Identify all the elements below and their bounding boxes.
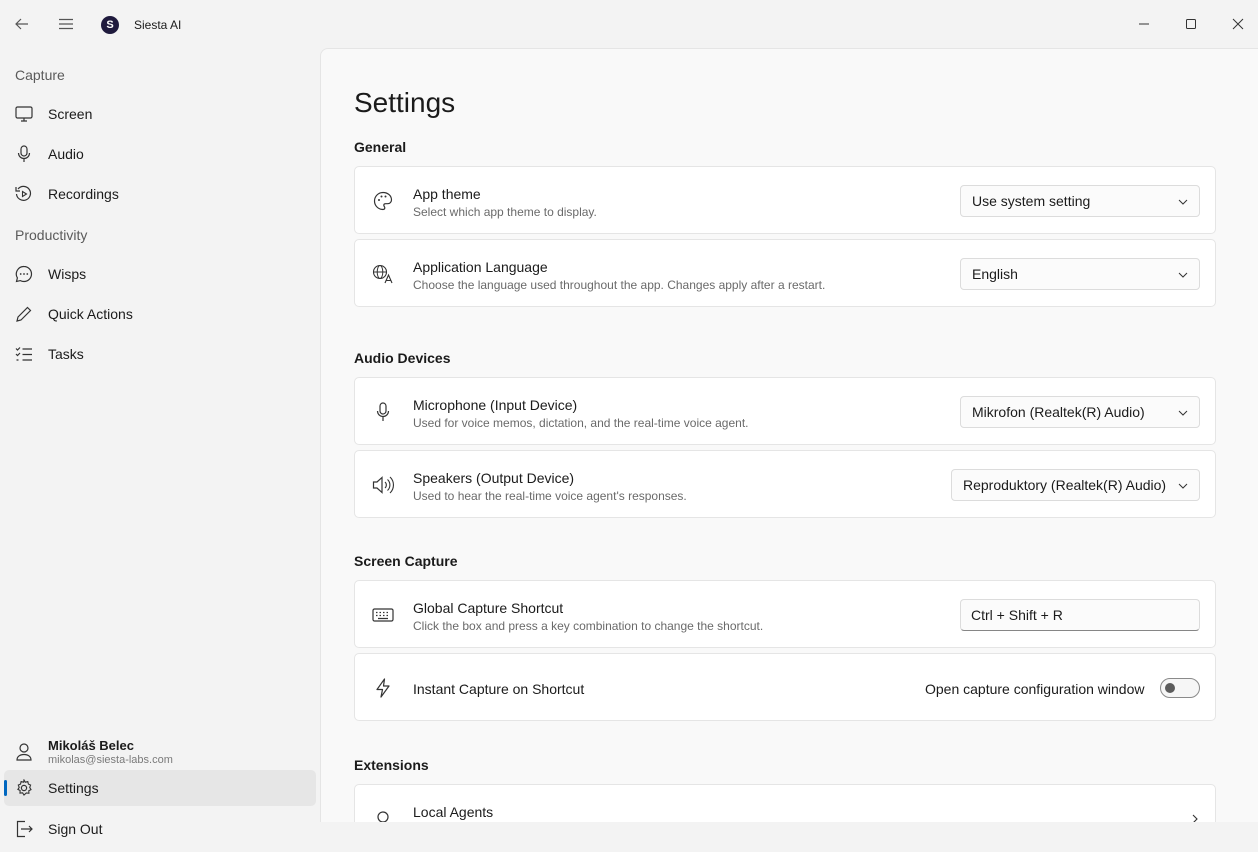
sidebar-item-settings[interactable]: Settings: [4, 770, 316, 806]
toggle-knob: [1165, 683, 1175, 693]
section-title-general: General: [354, 139, 407, 155]
setting-title: Instant Capture on Shortcut: [413, 681, 585, 697]
app-theme-dropdown[interactable]: Use system setting: [960, 185, 1200, 217]
setting-title: Microphone (Input Device): [413, 397, 578, 413]
sidebar-item-audio[interactable]: Audio: [4, 136, 316, 172]
close-icon: [1232, 18, 1244, 30]
section-title-audio: Audio Devices: [354, 350, 451, 366]
dropdown-value: Mikrofon (Realtek(R) Audio): [972, 404, 1145, 420]
language-dropdown[interactable]: English: [960, 258, 1200, 290]
setting-app-theme: App theme Select which app theme to disp…: [354, 166, 1216, 234]
chevron-down-icon: [1177, 407, 1189, 419]
sidebar-item-label: Quick Actions: [48, 306, 133, 322]
speakers-dropdown[interactable]: Reproduktory (Realtek(R) Audio): [951, 469, 1200, 501]
user-info: Mikoláš Belec mikolas@siesta-labs.com: [44, 738, 173, 766]
sidebar-item-label: Settings: [48, 780, 99, 796]
chevron-down-icon: [1177, 480, 1189, 492]
menu-button[interactable]: [46, 0, 86, 48]
page-title: Settings: [354, 87, 456, 118]
sidebar-item-label: Wisps: [48, 266, 87, 282]
title-bar: S Siesta AI: [0, 0, 1258, 48]
language-icon: [370, 264, 396, 284]
back-button[interactable]: [2, 0, 42, 48]
sidebar-item-label: Sign Out: [48, 821, 103, 837]
microphone-icon: [370, 402, 396, 422]
lightning-icon: [370, 678, 396, 698]
setting-instant-capture: Instant Capture on Shortcut Open capture…: [354, 653, 1216, 721]
agent-icon: [370, 809, 396, 822]
setting-local-agents[interactable]: Local Agents: [354, 784, 1216, 822]
close-button[interactable]: [1215, 0, 1258, 48]
sidebar-item-recordings[interactable]: Recordings: [4, 176, 316, 212]
setting-speakers: Speakers (Output Device) Used to hear th…: [354, 450, 1216, 518]
maximize-icon: [1186, 19, 1196, 29]
setting-description: Select which app theme to display.: [413, 205, 597, 219]
sidebar-item-quick-actions[interactable]: Quick Actions: [4, 296, 316, 332]
setting-title: Application Language: [413, 259, 548, 275]
setting-application-language: Application Language Choose the language…: [354, 239, 1216, 307]
setting-description: Used for voice memos, dictation, and the…: [413, 416, 749, 430]
maximize-button[interactable]: [1168, 0, 1214, 48]
sidebar-item-label: Screen: [48, 106, 93, 122]
setting-title: App theme: [413, 186, 481, 202]
chevron-right-icon: [1192, 814, 1198, 822]
instant-capture-toggle[interactable]: [1160, 678, 1200, 698]
keyboard-icon: [370, 605, 396, 625]
sign-out-icon: [4, 811, 44, 847]
setting-microphone: Microphone (Input Device) Used for voice…: [354, 377, 1216, 445]
sidebar: Capture Screen Audio Recordings Producti…: [0, 48, 320, 852]
speaker-icon: [370, 475, 396, 495]
gear-icon: [4, 770, 44, 806]
sidebar-item-label: Recordings: [48, 186, 119, 202]
recordings-icon: [4, 176, 44, 212]
minimize-button[interactable]: [1121, 0, 1167, 48]
sidebar-item-wisps[interactable]: Wisps: [4, 256, 316, 292]
hamburger-icon: [59, 18, 73, 30]
minimize-icon: [1139, 23, 1149, 25]
setting-global-capture-shortcut: Global Capture Shortcut Click the box an…: [354, 580, 1216, 648]
task-list-icon: [4, 336, 44, 372]
microphone-icon: [4, 136, 44, 172]
shortcut-input[interactable]: Ctrl + Shift + R: [960, 599, 1200, 631]
sidebar-item-label: Audio: [48, 146, 84, 162]
sidebar-item-screen[interactable]: Screen: [4, 96, 316, 132]
dropdown-value: Use system setting: [972, 193, 1091, 209]
setting-title: Local Agents: [413, 804, 494, 820]
chevron-down-icon: [1177, 269, 1189, 281]
app-logo: S: [101, 16, 119, 34]
nav-header-capture: Capture: [15, 67, 65, 83]
chevron-down-icon: [1177, 196, 1189, 208]
setting-title: Speakers (Output Device): [413, 470, 575, 486]
user-icon: [4, 734, 44, 770]
dropdown-value: English: [972, 266, 1018, 282]
settings-page: Settings General App theme Select which …: [320, 48, 1258, 822]
setting-description: Choose the language used throughout the …: [413, 278, 826, 292]
user-email: mikolas@siesta-labs.com: [48, 754, 173, 766]
back-arrow-icon: [15, 18, 28, 30]
toggle-label: Open capture configuration window: [925, 681, 1145, 697]
nav-header-productivity: Productivity: [15, 227, 88, 243]
microphone-dropdown[interactable]: Mikrofon (Realtek(R) Audio): [960, 396, 1200, 428]
setting-description: Click the box and press a key combinatio…: [413, 619, 764, 633]
monitor-icon: [4, 96, 44, 132]
shortcut-value: Ctrl + Shift + R: [971, 607, 1063, 623]
user-name: Mikoláš Belec: [48, 738, 134, 753]
pencil-icon: [4, 296, 44, 332]
section-title-extensions: Extensions: [354, 757, 429, 773]
user-profile[interactable]: Mikoláš Belec mikolas@siesta-labs.com: [4, 734, 316, 770]
section-title-screen-capture: Screen Capture: [354, 553, 458, 569]
dropdown-value: Reproduktory (Realtek(R) Audio): [963, 477, 1167, 493]
sidebar-item-tasks[interactable]: Tasks: [4, 336, 316, 372]
palette-icon: [370, 191, 396, 211]
sidebar-item-label: Tasks: [48, 346, 84, 362]
app-title: Siesta AI: [134, 18, 182, 32]
chat-bubble-icon: [4, 256, 44, 292]
setting-title: Global Capture Shortcut: [413, 600, 564, 616]
sidebar-item-sign-out[interactable]: Sign Out: [4, 811, 316, 847]
setting-description: Used to hear the real-time voice agent's…: [413, 489, 687, 503]
